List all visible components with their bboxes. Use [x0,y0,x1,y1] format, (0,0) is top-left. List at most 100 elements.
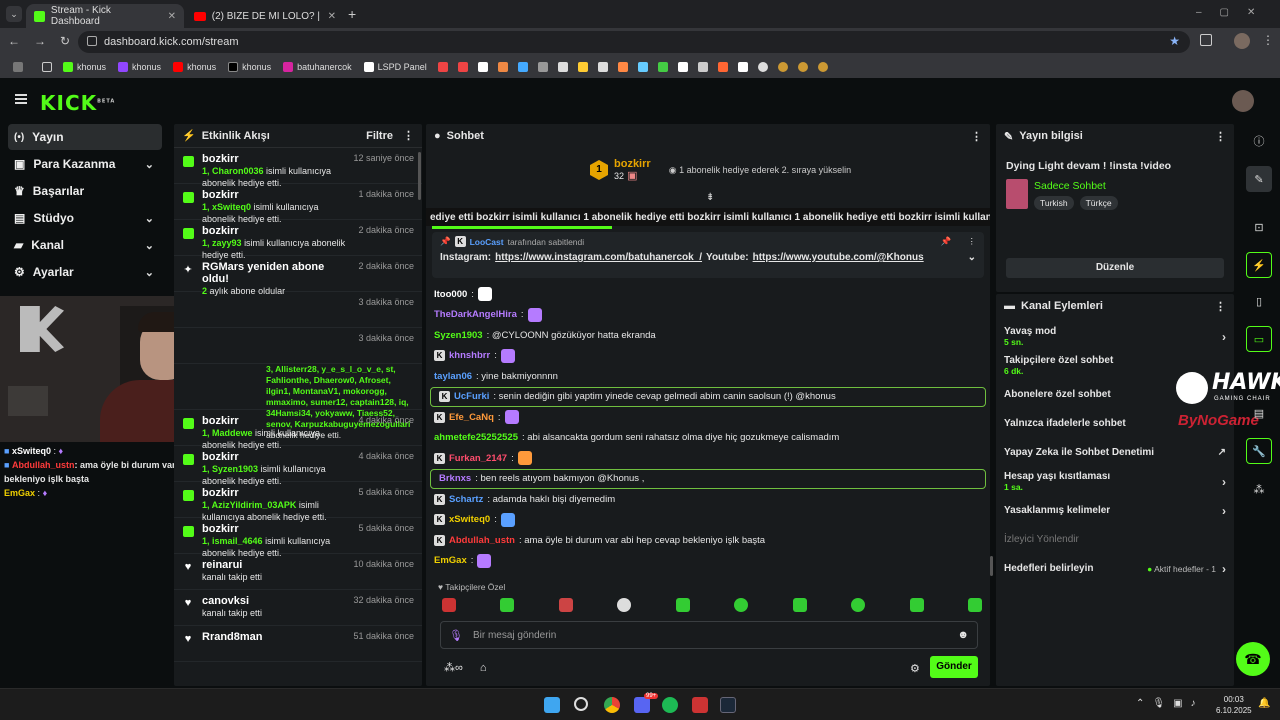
bookmark-icon[interactable] [437,62,448,72]
tab-kick-dashboard[interactable]: Stream - Kick Dashboard ✕ [26,4,184,28]
tab-search-icon[interactable]: ⌄ [6,6,22,22]
chat-username[interactable]: Syzen1903 [434,330,483,341]
community-icon[interactable]: ⁂ [1246,476,1272,502]
channel-action-row[interactable]: Hedefleri belirleyin ● Aktif hedefler - 1… [996,554,1234,583]
close-tab-icon[interactable]: ✕ [328,11,336,22]
chat-message[interactable]: Brknxs: ben reels atıyom bakmıyon @Khonu… [430,468,986,489]
lightning-icon[interactable]: ⚡ [1246,252,1272,278]
tab-youtube[interactable]: (2) BİZE DE Mİ LOLO? | SSrider ✕ [186,4,344,28]
bookmark-icon[interactable] [457,62,468,72]
bookmark-item[interactable]: khonus [57,62,112,72]
folder-icon[interactable] [42,62,52,72]
bookmark-icon[interactable] [637,62,648,72]
user-avatar[interactable] [1232,90,1254,112]
menu-kebab-icon[interactable]: ⋮ [1262,33,1274,47]
pin-icon[interactable]: 📌 [941,236,952,247]
activity-item[interactable]: ✦ RGMars yeniden abone oldu! 2 aylık abone… [174,256,422,296]
bookmark-item[interactable]: batuhanercok [277,62,358,72]
chat-username[interactable]: EmGax [434,555,467,566]
chat-message[interactable]: Kkhnshbrr: [426,346,990,367]
edit-button[interactable]: Düzenle [1006,258,1224,278]
store-icon[interactable]: ⌂ [480,662,487,674]
kick-logo[interactable]: KICKBETA [40,91,115,115]
bookmark-icon[interactable] [557,62,568,72]
chat-username[interactable]: Brknxs [439,473,471,484]
bookmark-icon[interactable] [797,62,808,72]
close-tab-icon[interactable]: ✕ [168,11,176,22]
bookmark-icon[interactable] [497,62,508,72]
notifications-icon[interactable]: 🔔 [1258,698,1270,709]
bookmark-icon[interactable] [577,62,588,72]
sidebar-item-basarilar[interactable]: ♛ Başarılar [8,178,162,204]
chat-username[interactable]: Efe_CaNq [449,412,494,423]
url-field[interactable]: dashboard.kick.com/stream ★ [78,31,1190,53]
activity-item[interactable]: 3 dakika önce [174,328,422,364]
bookmark-icon[interactable] [677,62,688,72]
chat-message[interactable]: K Schartz: adamda haklı bişi diyemedim [426,489,990,510]
more-icon[interactable]: ⋮ [971,130,982,143]
emote-icon[interactable] [967,598,982,612]
bookmark-item[interactable]: khonus [112,62,167,72]
activity-item[interactable]: 3 dakika önce [174,292,422,328]
channel-action-row[interactable]: Yasaklanmış kelimeler › [996,496,1234,525]
chat-username[interactable]: ahmetefe25252525 [434,432,518,443]
hamburger-menu-icon[interactable] [15,94,27,104]
app-icon[interactable] [692,697,708,713]
search-icon[interactable] [574,697,588,711]
sidebar-item-yayin[interactable]: (•) Yayın [8,124,162,150]
bookmark-item[interactable]: khonus [222,62,277,72]
chat-username[interactable]: UcFurki [454,391,489,402]
activity-item[interactable]: ♥ canovksi kanalı takip etti 32 dakika önc… [174,590,422,626]
new-tab-icon[interactable]: + [348,6,356,22]
bookmark-icon[interactable] [697,62,708,72]
bookmark-icon[interactable] [517,62,528,72]
send-button[interactable]: Gönder [930,656,978,678]
activity-item[interactable]: bozkirr 1, AzizYildirim_03APK isimli kull… [174,482,422,522]
chat-message[interactable]: taylan06: yine bakmiyonnnn [426,366,990,387]
profile-avatar[interactable] [1234,33,1250,49]
chat-username[interactable]: Itoo000 [434,289,467,300]
bookmark-icon[interactable] [777,62,788,72]
bookmark-item[interactable]: khonus [167,62,222,72]
channel-action-row[interactable]: Yavaş mod 5 sn. › [996,322,1234,351]
chat-message[interactable]: K UcFurki: senin dediğin gibi yaptim yine… [430,386,986,407]
tag[interactable]: Turkish [1034,196,1074,210]
mic-icon[interactable]: 🎙 [449,629,463,642]
filter-button[interactable]: Filtre [366,130,393,142]
chat-message[interactable]: K Furkan_2147: [426,448,990,469]
chat-scrollbar[interactable] [990,556,993,576]
pinned-link[interactable]: https://www.instagram.com/batuhanercok_/ [495,252,702,263]
bookmark-icon[interactable] [537,62,548,72]
screen-capture-icon[interactable]: ⊡ [1246,214,1272,240]
support-button[interactable]: ☎ [1236,642,1270,676]
chat-bubble-icon[interactable]: ▭ [1246,326,1272,352]
chat-input[interactable]: 🎙 Bir mesaj gönderin ☻ [440,621,978,649]
bookmark-icon[interactable] [597,62,608,72]
window-controls[interactable]: –▢✕ [1196,7,1273,18]
chat-username[interactable]: Furkan_2147 [449,453,507,464]
nav-buttons[interactable]: ←→↻ [8,34,84,48]
discord-icon[interactable] [634,697,650,713]
bookmark-icon[interactable] [657,62,668,72]
activity-item[interactable]: bozkirr 1, Syzen1903 isimli kullanıcıya a… [174,446,422,486]
chat-message[interactable]: ahmetefe25252525: abi alsancakta gordum … [426,428,990,449]
emote-icon[interactable] [792,598,807,612]
sidebar-item-para-kazanma[interactable]: ▣ Para Kazanma ⌄ [8,151,162,177]
activity-item[interactable]: bozkirr 1, zayy93 isimli kullanıcıya abon… [174,220,422,260]
sidebar-item-kanal[interactable]: ▰ Kanal ⌄ [8,232,162,258]
emoji-icon[interactable]: ☻ [957,629,969,641]
chat-message[interactable]: Itoo000: [426,284,990,305]
channel-action-row[interactable]: Yapay Zeka ile Sohbet Denetimi ↗ [996,438,1234,467]
windows-start-icon[interactable] [544,697,560,713]
bookmark-icon[interactable] [737,62,748,72]
pinned-link[interactable]: https://www.youtube.com/@Khonus [753,252,924,263]
chat-username[interactable]: Abdullah_ustn [449,535,515,546]
chat-username[interactable]: xSwiteq0 [449,514,490,525]
bookmark-icon[interactable] [757,62,768,72]
apps-grid-icon[interactable] [13,62,23,72]
wrench-icon[interactable]: 🔧 [1246,438,1272,464]
emote-icon[interactable] [675,598,690,612]
extensions-icon[interactable] [1200,34,1212,46]
system-tray[interactable]: ⌃🎙▣♪ [1136,698,1204,709]
more-icon[interactable]: ⋮ [403,129,414,142]
